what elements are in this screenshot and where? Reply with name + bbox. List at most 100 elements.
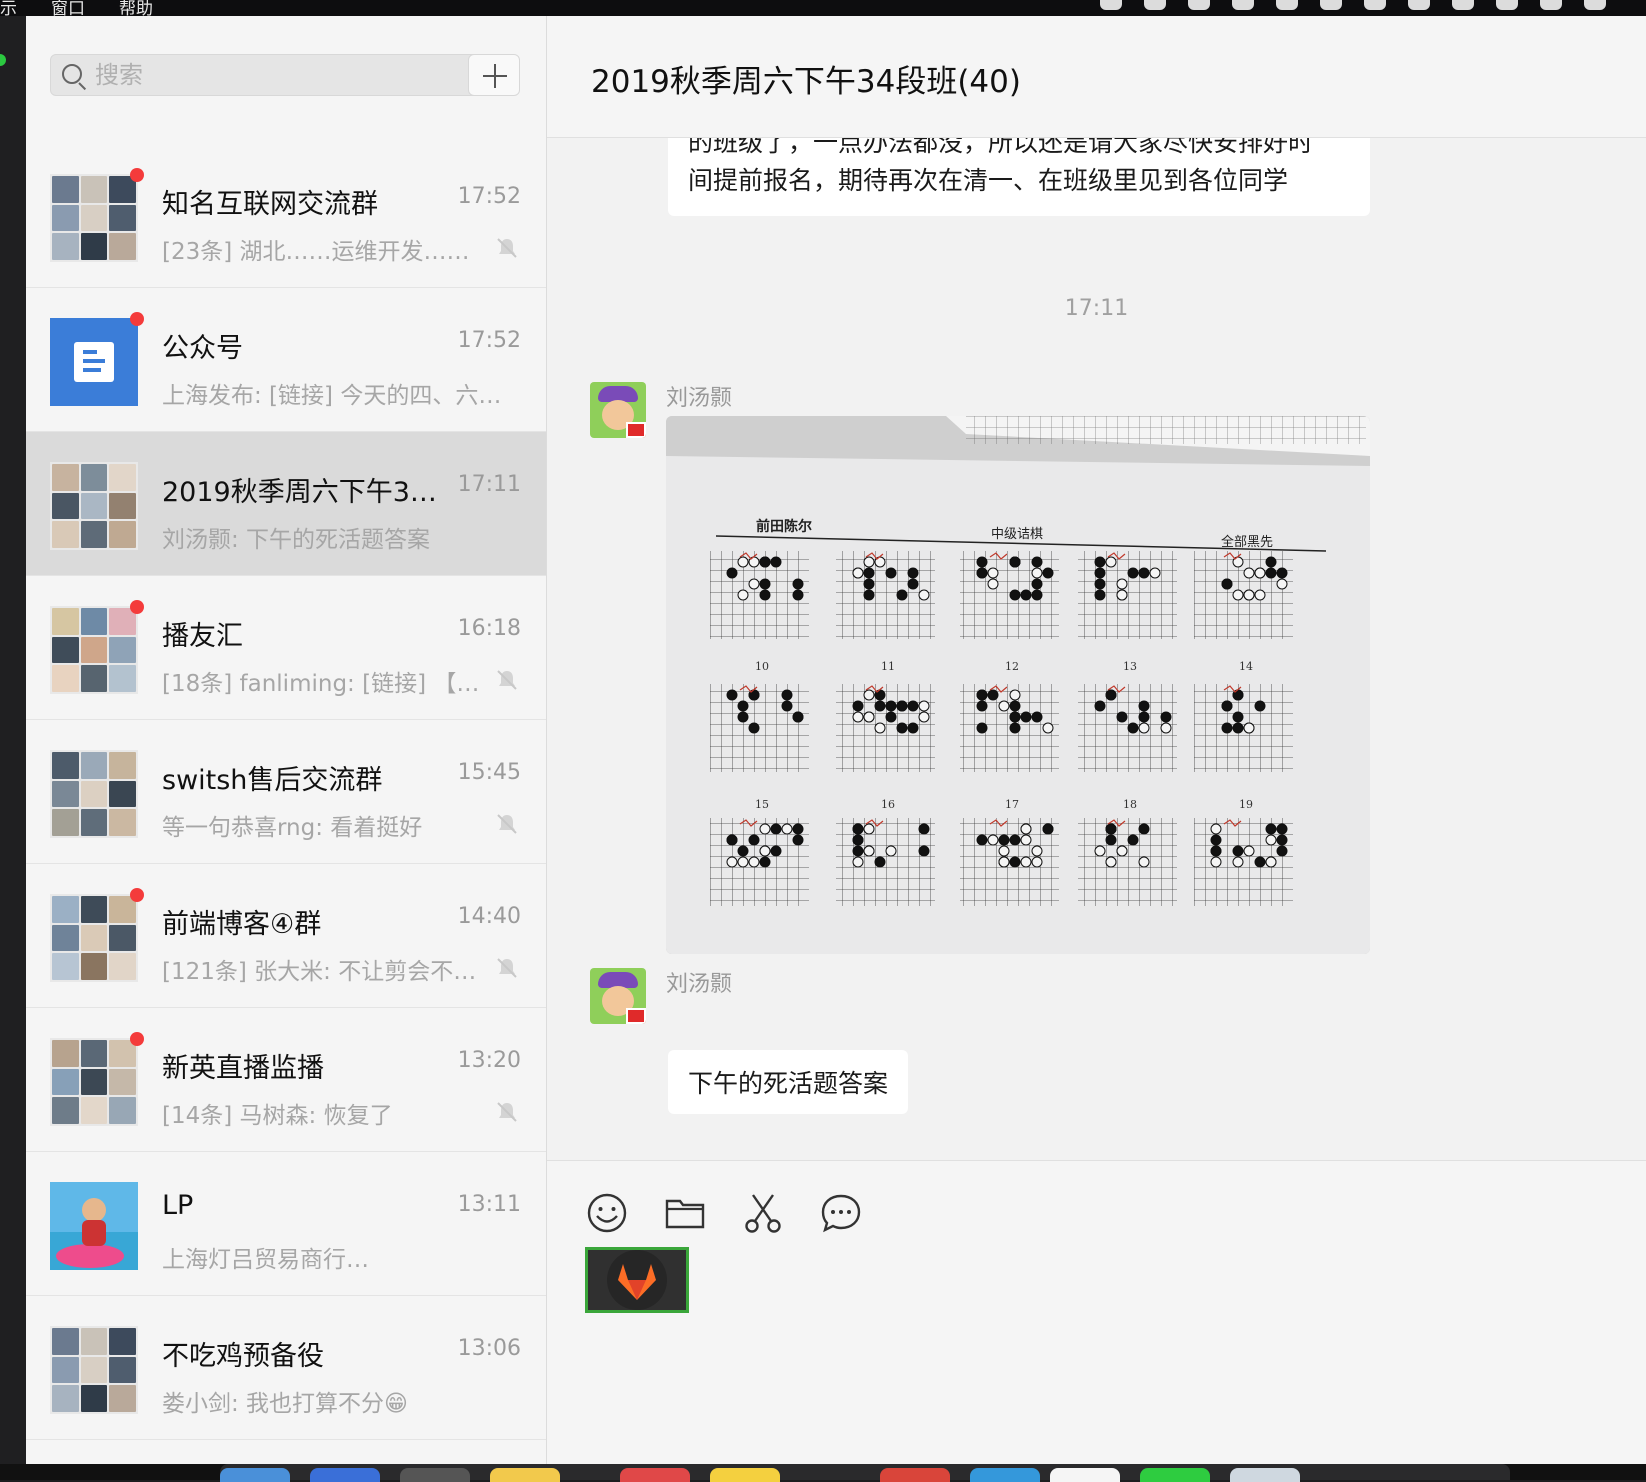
member-avatar-tile [109,780,136,808]
problem-number: 15 [755,798,769,811]
member-avatar-tile [80,1068,108,1096]
add-chat-button[interactable] [468,54,520,96]
black-stone [1009,834,1021,846]
white-stone [863,711,875,723]
status-icon[interactable] [1276,0,1298,10]
status-icon[interactable] [1496,0,1518,10]
search-input[interactable] [95,59,455,91]
chat-avatar [50,1326,138,1414]
chat-list-item[interactable]: 公众号 17:52 上海发布: [链接] 今天的四、六… [26,288,546,432]
menu-item-display[interactable]: 示 [0,0,17,16]
problem-number: 10 [755,660,769,673]
white-stone [918,589,930,601]
message-area[interactable]: 的班级了，一点办法都没，所以还是请大家尽快安排好时 间提前报名，期待再次在清一、… [547,138,1646,1160]
chat-list-item[interactable]: 2019秋季周六下午3… 17:11 刘汤颢: 下午的死活题答案 [26,432,546,576]
window-zoom-button[interactable] [0,54,6,66]
black-stone [1210,834,1222,846]
white-stone [1243,722,1255,734]
chat-name: LP [162,1190,194,1221]
message-bubble[interactable]: 的班级了，一点办法都没，所以还是请大家尽快安排好时 间提前报名，期待再次在清一、… [668,138,1370,216]
member-avatar-tile [52,780,79,808]
chat-list-item[interactable]: switsh售后交流群 15:45 等一句恭喜rng: 看着挺好 [26,720,546,864]
white-stone [1210,823,1222,835]
mute-bell-icon [497,1102,517,1122]
message-timestamp: 17:11 [1064,296,1129,321]
status-icon[interactable] [1232,0,1254,10]
status-icon[interactable] [1452,0,1474,10]
menu-item-window[interactable]: 窗口 [51,0,85,16]
white-stone [1265,856,1277,868]
chat-name: 新英直播监播 [162,1053,324,1084]
black-stone [1138,823,1150,835]
status-icon[interactable] [1584,0,1606,10]
white-stone [726,856,738,868]
black-stone [896,589,908,601]
black-stone [1105,834,1117,846]
emoji-icon[interactable] [585,1191,629,1235]
chat-list-item[interactable]: 前端博客④群 14:40 [121条] 张大米: 不让剪会不… [26,864,546,1008]
black-stone [852,845,864,857]
member-avatar-tile [109,233,136,260]
member-avatar-tile [80,608,108,635]
black-stone [737,845,749,857]
member-avatar-tile [52,176,79,203]
chat-list-item[interactable]: LP 13:11 上海灯吕贸易商行… [26,1152,546,1296]
status-icon[interactable] [1364,0,1386,10]
sender-avatar[interactable] [590,968,646,1024]
pasted-image-thumbnail[interactable] [585,1247,689,1313]
message-composer[interactable] [547,1160,1646,1464]
member-avatar-tile [52,1097,79,1124]
message-bubble[interactable]: 下午的死活题答案 [668,1050,909,1114]
status-icon[interactable] [1144,0,1166,10]
conversation-sidebar: 知名互联网交流群 17:52 [23条] 湖北……运维开发…… 公众号 17:52 上海发… [26,16,547,1464]
menu-item-help[interactable]: 帮助 [119,0,153,16]
sender-avatar[interactable] [590,382,646,438]
white-stone [737,589,749,601]
member-avatar-tile [52,464,79,491]
chat-list-item[interactable]: 新英直播监播 13:20 [14条] 马树森: 恢复了 [26,1008,546,1152]
black-stone [918,845,930,857]
status-icon[interactable] [1100,0,1122,10]
black-stone [759,856,771,868]
black-stone [1232,722,1244,734]
white-stone [852,711,864,723]
chat-list-item[interactable]: 播友汇 16:18 [18条] fanliming: [链接] 【… [26,576,546,720]
chat-list-item[interactable]: 不吃鸡预备役 13:06 娄小剑: 我也打算不分😁 [26,1296,546,1440]
black-stone [896,722,908,734]
official-account-icon [50,318,138,406]
black-stone [874,700,886,712]
sender-name: 刘汤颢 [666,386,733,411]
black-stone [1254,700,1266,712]
status-icon[interactable] [1188,0,1210,10]
chat-preview: 等一句恭喜rng: 看着挺好 [162,815,423,841]
white-stone [918,711,930,723]
problem-number: 14 [1239,660,1253,673]
chat-list-item[interactable]: 知名互联网交流群 17:52 [23条] 湖北……运维开发…… [26,144,546,288]
white-stone [1094,845,1106,857]
white-stone [1105,556,1117,568]
white-stone [1031,856,1043,868]
black-stone [792,823,804,835]
folder-icon[interactable] [663,1191,707,1235]
status-icon[interactable] [1540,0,1562,10]
black-stone [1276,567,1288,579]
scissors-icon[interactable] [741,1191,785,1235]
black-stone [737,700,749,712]
status-icon[interactable] [1408,0,1430,10]
member-avatar-tile [80,953,108,980]
message-image[interactable]: 前田陈尔 中级诘棋 全部黑先 10 11 12 13 14 15 16 17 18 19 [666,416,1370,954]
problem-number: 11 [881,660,895,673]
white-stone [1160,722,1172,734]
chat-bubble-icon[interactable] [819,1191,863,1235]
status-icon[interactable] [1320,0,1342,10]
black-stone [885,711,897,723]
member-avatar-tile [80,233,108,260]
unread-badge [130,888,144,902]
search-box[interactable] [50,54,478,96]
white-stone [1232,589,1244,601]
black-stone [976,722,988,734]
black-stone [907,578,919,590]
white-stone [1254,589,1266,601]
black-stone [1009,711,1021,723]
black-stone [1031,556,1043,568]
